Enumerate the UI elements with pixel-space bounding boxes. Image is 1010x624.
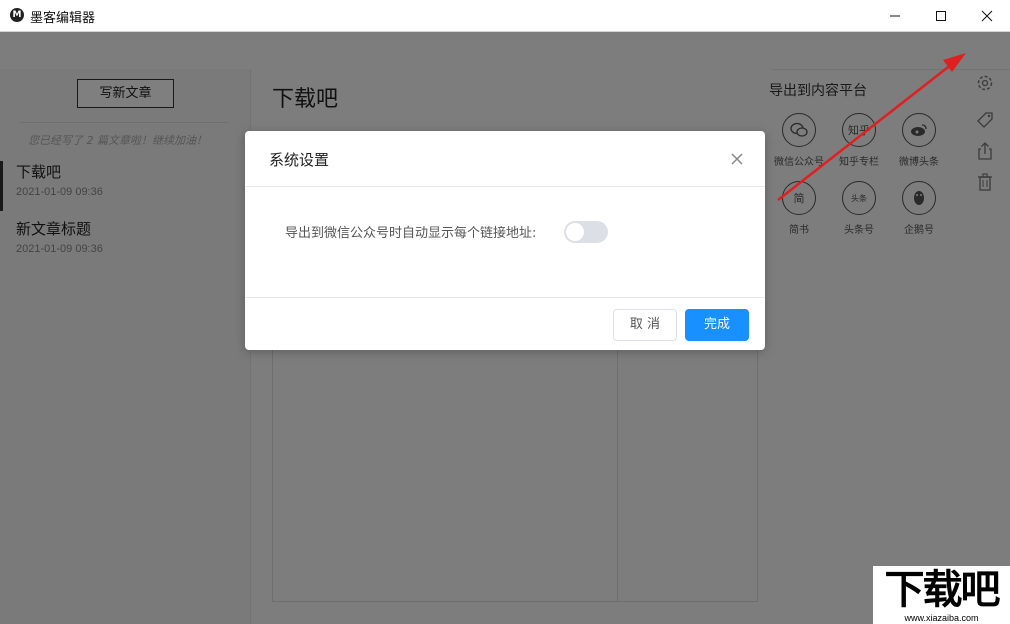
minimize-button[interactable] [872,0,918,31]
watermark-url: www.xiazaiba.com [904,613,979,623]
dialog-footer: 取 消 完成 [245,297,765,351]
close-icon [981,10,993,21]
window-title: 墨客编辑器 [30,11,96,26]
show-links-toggle[interactable] [564,221,608,243]
toggle-knob [566,223,584,241]
maximize-icon [936,10,946,21]
cancel-button[interactable]: 取 消 [613,309,677,341]
watermark-logo: 下载吧 [884,567,1001,613]
dialog-title: 系统设置 [269,151,330,169]
title-bar: M 墨客编辑器 [0,0,1010,32]
minimize-icon [890,15,900,16]
app-logo-icon: M [10,8,24,22]
dialog-body: 导出到微信公众号时自动显示每个链接地址: [245,187,765,297]
settings-dialog: 系统设置 导出到微信公众号时自动显示每个链接地址: 取 消 完成 [245,131,765,350]
dialog-header: 系统设置 [245,131,765,187]
maximize-button[interactable] [918,0,964,31]
dialog-close-button[interactable] [729,151,745,167]
close-window-button[interactable] [964,0,1010,31]
close-icon [731,153,743,165]
show-links-option-label: 导出到微信公众号时自动显示每个链接地址: [285,226,537,241]
confirm-button[interactable]: 完成 [685,309,749,341]
site-watermark: 下载吧 www.xiazaiba.com [873,566,1010,624]
